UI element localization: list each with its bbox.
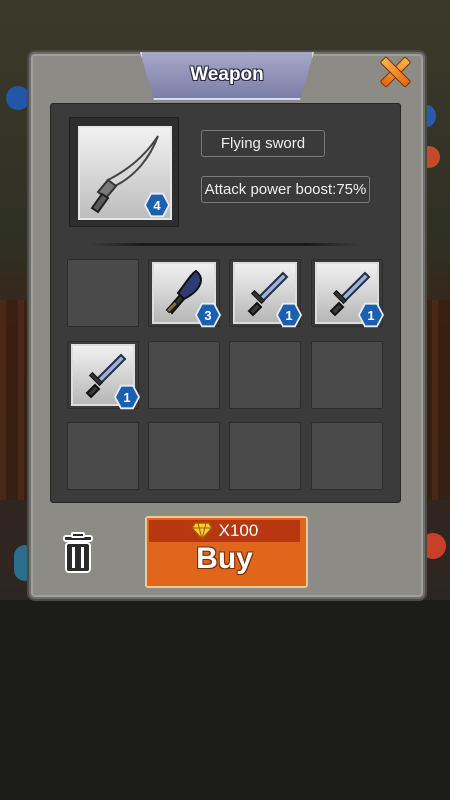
inventory-slot[interactable]: 1: [229, 259, 302, 328]
background-floor: [0, 600, 450, 800]
inventory-slot[interactable]: [148, 341, 220, 409]
inventory-slot[interactable]: [67, 259, 139, 327]
item-effect: Attack power boost:75%: [204, 181, 367, 198]
inventory-slot[interactable]: [311, 341, 383, 409]
price-bar: X100: [149, 520, 300, 542]
inventory-slot[interactable]: [311, 422, 383, 490]
background-gear-icon: [6, 86, 30, 110]
buy-button[interactable]: X100 Buy: [145, 516, 308, 588]
inventory-slot[interactable]: 1: [67, 341, 140, 410]
selected-item-slot: 4: [69, 117, 179, 227]
buy-label: Buy: [196, 542, 253, 575]
inventory-slot[interactable]: [229, 422, 301, 490]
inventory-slot[interactable]: [148, 422, 220, 490]
dialog-title-tab: Weapon: [140, 52, 314, 100]
inventory-slot[interactable]: 3: [148, 259, 221, 328]
price-amount: X100: [218, 521, 259, 540]
close-icon[interactable]: [378, 56, 410, 86]
inventory-slot[interactable]: [229, 341, 301, 409]
dialog-title: Weapon: [190, 64, 264, 85]
item-name-box: Flying sword: [201, 130, 325, 157]
item-name: Flying sword: [220, 135, 306, 152]
section-divider: [90, 243, 360, 246]
trash-can-icon[interactable]: [56, 532, 100, 576]
inventory-slot[interactable]: 1: [311, 259, 384, 328]
diamond-gem-icon: [190, 522, 213, 540]
inventory-slot[interactable]: [67, 422, 139, 490]
item-effect-box: Attack power boost:75%: [201, 176, 370, 203]
